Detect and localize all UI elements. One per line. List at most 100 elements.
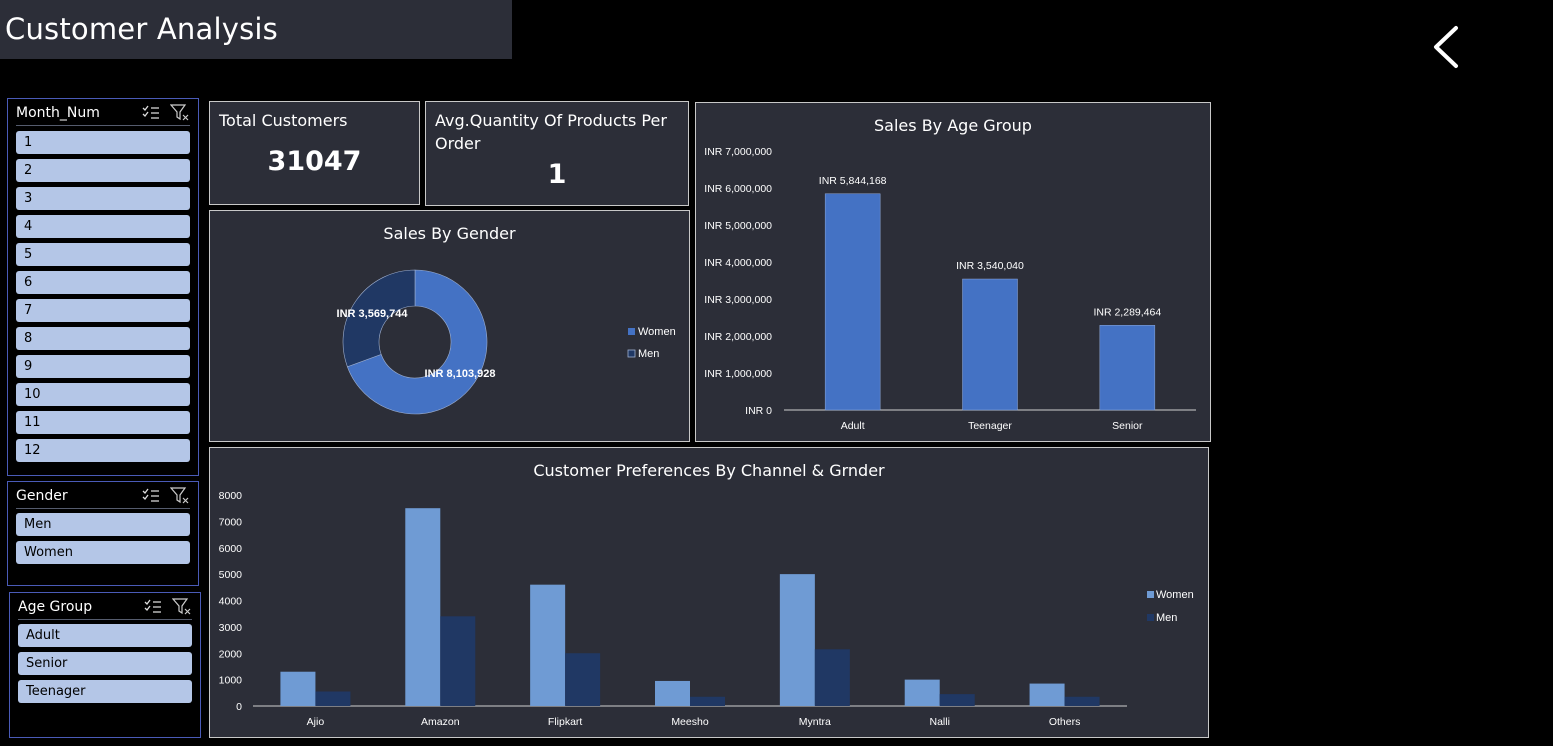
- channel-bar-chart: 0 1000 2000 3000 4000 5000 6000 7000 8000 Ajio Ama…: [219, 490, 1194, 728]
- data-label: INR 2,289,464: [1093, 306, 1161, 318]
- slicer-item[interactable]: 11: [16, 411, 190, 434]
- bar-myntra-women: [779, 574, 815, 706]
- bar-senior: [1099, 325, 1156, 411]
- kpi-label: Avg.Quantity Of Products Per Order: [435, 111, 667, 153]
- y-tick-label: INR 6,000,000: [704, 183, 772, 195]
- back-button[interactable]: [1428, 22, 1468, 72]
- bar-nalli-men: [939, 694, 975, 706]
- bar-ajio-men: [315, 691, 351, 706]
- slicer-item[interactable]: 7: [16, 299, 190, 322]
- slicer-title: Month_Num: [16, 105, 100, 121]
- y-tick-label: 8000: [219, 490, 243, 502]
- slicer-item[interactable]: 1: [16, 131, 190, 154]
- y-tick-label: 1000: [219, 675, 243, 687]
- slicer-item[interactable]: Teenager: [18, 680, 192, 703]
- kpi-value: 31047: [267, 146, 362, 177]
- clear-filter-icon[interactable]: [170, 104, 190, 122]
- data-label: INR 5,844,168: [819, 175, 887, 187]
- x-tick-label: Meesho: [671, 716, 709, 728]
- slicer-item[interactable]: Senior: [18, 652, 192, 675]
- bar-myntra-men: [814, 649, 850, 706]
- y-tick-label: 0: [236, 701, 242, 713]
- sales-by-gender-card: Sales By Gender INR 8,103,928 INR 3,569,7…: [209, 210, 690, 442]
- bar-adult: [824, 193, 881, 411]
- y-tick-label: INR 5,000,000: [704, 220, 772, 232]
- x-tick-label: Ajio: [307, 716, 325, 728]
- bar-others-women: [1029, 683, 1065, 706]
- slicer-item[interactable]: 5: [16, 243, 190, 266]
- legend-swatch: [627, 349, 636, 358]
- slicer-header: Month_Num: [16, 103, 190, 126]
- y-tick-label: 5000: [219, 569, 243, 581]
- x-tick-label: Flipkart: [548, 716, 583, 728]
- bar-meesho-men: [690, 696, 725, 706]
- slicer-title: Gender: [16, 488, 68, 504]
- y-tick-label: 2000: [219, 648, 243, 660]
- x-tick-label: Amazon: [421, 716, 460, 728]
- legend-label: Men: [1156, 612, 1177, 624]
- legend-label: Women: [1156, 589, 1194, 601]
- y-tick-label: 7000: [219, 516, 243, 528]
- slicer-item[interactable]: 10: [16, 383, 190, 406]
- bar-flipkart-men: [565, 653, 601, 706]
- slicer-item[interactable]: 8: [16, 327, 190, 350]
- data-label: INR 3,569,744: [337, 308, 409, 320]
- gender-donut-chart: INR 8,103,928 INR 3,569,744 Women Men: [337, 269, 676, 415]
- slicer-item[interactable]: 4: [16, 215, 190, 238]
- slicer-item[interactable]: 12: [16, 439, 190, 462]
- y-tick-label: 4000: [219, 596, 243, 608]
- kpi-value: 1: [547, 159, 567, 190]
- x-tick-label: Teenager: [968, 420, 1012, 432]
- x-tick-label: Adult: [841, 420, 865, 432]
- data-label: INR 8,103,928: [425, 368, 496, 380]
- slicer-title: Age Group: [18, 599, 93, 615]
- legend-swatch: [1147, 614, 1154, 621]
- multi-select-icon[interactable]: [142, 105, 160, 121]
- kpi-label: Total Customers: [219, 111, 348, 130]
- y-tick-label: INR 1,000,000: [704, 368, 772, 380]
- multi-select-icon[interactable]: [144, 599, 162, 615]
- bar-flipkart-women: [530, 584, 566, 706]
- bar-ajio-women: [280, 671, 316, 706]
- title-bar: Customer Analysis: [0, 0, 512, 59]
- bar-others-men: [1064, 696, 1100, 706]
- slicer-header: Gender: [16, 486, 190, 509]
- bar-amazon-women: [405, 508, 441, 706]
- legend-label: Men: [638, 348, 659, 360]
- slicer-item[interactable]: Adult: [18, 624, 192, 647]
- y-tick-label: INR 0: [745, 405, 772, 417]
- slicer-header: Age Group: [18, 597, 192, 620]
- slicer-item[interactable]: 2: [16, 159, 190, 182]
- gender-slicer: Gender Men Women: [7, 481, 199, 586]
- y-tick-label: 3000: [219, 622, 243, 634]
- sales-by-age-card: Sales By Age Group INR 0 INR 1,000,000 INR…: [695, 102, 1211, 442]
- clear-filter-icon[interactable]: [172, 598, 192, 616]
- age-bar-chart: INR 0 INR 1,000,000 INR 2,000,000 INR 3,000…: [704, 146, 1196, 432]
- x-tick-label: Nalli: [930, 716, 950, 728]
- x-tick-label: Others: [1049, 716, 1081, 728]
- slicer-item[interactable]: Women: [16, 541, 190, 564]
- y-tick-label: INR 4,000,000: [704, 257, 772, 269]
- channel-preferences-card: Customer Preferences By Channel & Grnder…: [209, 447, 1209, 738]
- total-customers-card: Total Customers 31047: [209, 101, 420, 205]
- month-slicer: Month_Num 1 2 3 4 5 6 7 8 9 10 11 12: [7, 98, 199, 476]
- avg-quantity-card: Avg.Quantity Of Products Per Order 1: [425, 101, 689, 206]
- slicer-item[interactable]: 3: [16, 187, 190, 210]
- bar-nalli-women: [904, 679, 940, 706]
- y-tick-label: INR 3,000,000: [704, 294, 772, 306]
- chevron-left-icon: [1434, 26, 1458, 68]
- slicer-item[interactable]: 6: [16, 271, 190, 294]
- x-tick-label: Senior: [1112, 420, 1143, 432]
- legend-label: Women: [638, 326, 676, 338]
- age-group-slicer: Age Group Adult Senior Teenager: [9, 592, 201, 738]
- legend-swatch: [628, 328, 635, 335]
- bar-amazon-men: [440, 616, 476, 706]
- bar-meesho-women: [655, 680, 690, 706]
- y-tick-label: INR 7,000,000: [704, 146, 772, 158]
- slicer-item[interactable]: Men: [16, 513, 190, 536]
- y-tick-label: 6000: [219, 543, 243, 555]
- legend-swatch: [1147, 591, 1154, 598]
- slicer-item[interactable]: 9: [16, 355, 190, 378]
- clear-filter-icon[interactable]: [170, 487, 190, 505]
- multi-select-icon[interactable]: [142, 488, 160, 504]
